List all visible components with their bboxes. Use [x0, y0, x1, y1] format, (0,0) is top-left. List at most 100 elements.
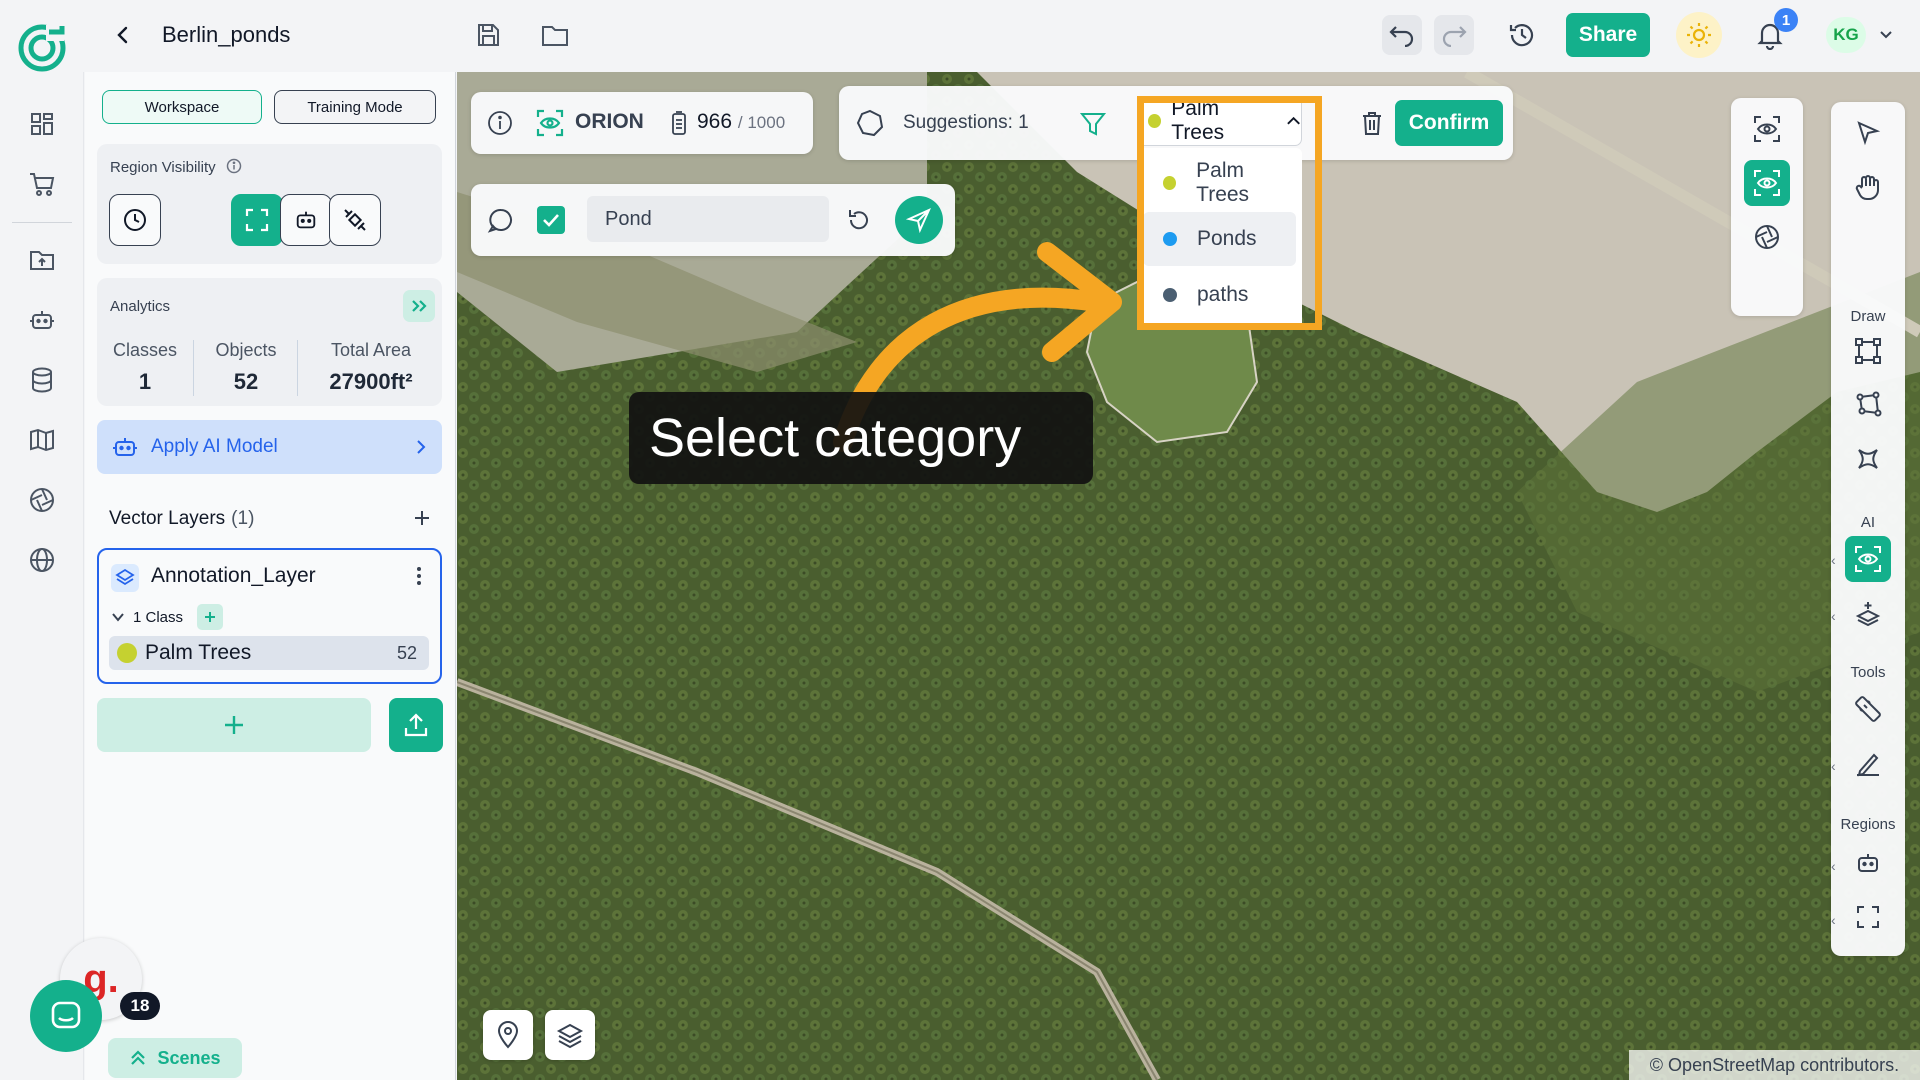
stat-divider: [297, 340, 298, 396]
chevron-left-icon: ‹: [1831, 912, 1836, 928]
left-nav-rail: [0, 72, 84, 1080]
vector-layers-label: Vector Layers: [109, 508, 226, 529]
filter-icon[interactable]: [1079, 110, 1107, 143]
folder-icon[interactable]: [535, 15, 575, 55]
share-button[interactable]: Share: [1566, 13, 1650, 57]
ai-magic-icon[interactable]: [1845, 590, 1891, 636]
apply-ai-model-button[interactable]: Apply AI Model: [97, 420, 442, 474]
region-visibility-card: Region Visibility: [97, 144, 442, 264]
orion-toolbar: ORION 966 / 1000: [471, 92, 813, 154]
layers-toggle-button[interactable]: [545, 1010, 595, 1060]
globe-icon[interactable]: [24, 542, 60, 578]
location-pin-button[interactable]: [483, 1010, 533, 1060]
rail-divider: [12, 222, 72, 223]
freeform-draw-icon[interactable]: [1845, 436, 1891, 482]
expand-analytics-icon[interactable]: [403, 290, 435, 322]
robot-icon[interactable]: [24, 302, 60, 338]
time-region-button[interactable]: [109, 194, 161, 246]
hand-pan-icon[interactable]: [1845, 164, 1891, 210]
class-expander[interactable]: 1 Class: [111, 604, 224, 630]
chat-launcher-button[interactable]: [30, 980, 102, 1052]
polygon-draw-icon[interactable]: [1845, 382, 1891, 428]
class-color-dot: [117, 643, 137, 663]
top-bar: Berlin_ponds Share 1 KG: [0, 0, 1920, 72]
scenes-button[interactable]: Scenes: [108, 1038, 242, 1078]
history-icon[interactable]: [1502, 15, 1542, 55]
map-canvas[interactable]: ORION 966 / 1000 Suggestions: 1 Palm Tre…: [457, 72, 1920, 1080]
eye-scan-active-icon[interactable]: [1744, 160, 1790, 206]
prompt-checkbox[interactable]: [537, 206, 565, 234]
tools-section-label: Tools: [1850, 664, 1886, 681]
prompt-input[interactable]: Pond: [587, 196, 829, 242]
cart-icon[interactable]: [24, 166, 60, 202]
bbox-region-icon[interactable]: [1845, 894, 1891, 940]
layer-menu-icon[interactable]: [415, 564, 423, 593]
app-logo-icon[interactable]: [16, 22, 68, 74]
stat-classes: Classes 1: [109, 340, 181, 395]
training-mode-button[interactable]: Training Mode: [274, 90, 436, 124]
drawing-tools-panel: Draw AI ‹ ‹ Tools ‹ Regions ‹ ‹: [1831, 102, 1905, 956]
folder-upload-icon[interactable]: [24, 242, 60, 278]
class-count: 52: [396, 642, 417, 663]
add-layer-plus-icon[interactable]: [408, 504, 436, 532]
add-class-plus-icon[interactable]: [197, 604, 224, 630]
satellite-region-button[interactable]: [329, 194, 381, 246]
back-button[interactable]: [108, 20, 138, 50]
aperture-icon[interactable]: [1744, 214, 1790, 260]
trash-icon[interactable]: [1357, 108, 1387, 138]
suggestions-count: 1: [1018, 112, 1029, 133]
chevron-down-icon[interactable]: [1874, 22, 1898, 46]
rectangle-draw-icon[interactable]: [1845, 328, 1891, 374]
check-icon: [543, 214, 559, 227]
draw-section-label: Draw: [1850, 308, 1886, 325]
chevrons-up-icon: [131, 1050, 146, 1065]
bbox-region-button[interactable]: [231, 194, 283, 246]
map-attribution[interactable]: © OpenStreetMap contributors.: [1629, 1050, 1920, 1080]
theme-toggle-sun-icon[interactable]: [1676, 12, 1722, 58]
eye-scan-icon[interactable]: [1744, 106, 1790, 152]
suggestions-label: Suggestions:: [903, 112, 1013, 133]
analytics-card: Analytics Classes 1 Objects 52 Total Are…: [97, 278, 442, 406]
category-option-paths[interactable]: paths: [1143, 268, 1296, 322]
map-icon[interactable]: [24, 422, 60, 458]
dashboard-icon[interactable]: [24, 106, 60, 142]
credits-used: 966: [697, 110, 733, 133]
chevron-down-icon: [112, 613, 124, 622]
chat-bubble-icon[interactable]: [487, 206, 515, 239]
robot-region-icon[interactable]: [1845, 840, 1891, 886]
ai-eye-scan-icon[interactable]: [1845, 536, 1891, 582]
avatar[interactable]: KG: [1826, 17, 1866, 53]
ruler-icon[interactable]: [1845, 686, 1891, 732]
annotation-layer-card[interactable]: Annotation_Layer 1 Class Palm Trees 52: [97, 548, 442, 684]
stat-objects-value: 52: [233, 369, 259, 394]
category-color-dot: [1163, 288, 1177, 302]
class-chip-palm-trees[interactable]: Palm Trees 52: [109, 636, 429, 670]
confirm-button[interactable]: Confirm: [1395, 100, 1503, 146]
region-visibility-text: Region Visibility: [110, 158, 216, 176]
orion-label: ORION: [575, 110, 644, 133]
chevron-right-icon: [414, 438, 428, 456]
redo-icon[interactable]: [1434, 15, 1474, 55]
category-option-palm-trees[interactable]: Palm Trees: [1143, 156, 1296, 210]
undo-icon[interactable]: [1382, 15, 1422, 55]
database-icon[interactable]: [24, 362, 60, 398]
robot-region-button[interactable]: [280, 194, 332, 246]
pointer-icon[interactable]: [1845, 110, 1891, 156]
category-color-dot: [1163, 232, 1177, 246]
workspace-mode-button[interactable]: Workspace: [102, 90, 262, 124]
stat-objects: Objects 52: [209, 340, 283, 395]
polygon-icon[interactable]: [855, 108, 885, 143]
category-option-label: paths: [1197, 283, 1249, 306]
info-icon[interactable]: [487, 110, 513, 141]
category-select[interactable]: Palm Trees: [1137, 96, 1302, 146]
add-vector-layer-button[interactable]: [97, 698, 371, 752]
apply-ai-model-label: Apply AI Model: [151, 436, 278, 457]
pen-icon[interactable]: [1845, 740, 1891, 786]
ai-section-label: AI: [1860, 514, 1876, 531]
export-upload-button[interactable]: [389, 698, 443, 752]
info-icon[interactable]: [226, 158, 242, 178]
category-option-ponds[interactable]: Ponds: [1143, 212, 1296, 266]
aperture-icon[interactable]: [24, 482, 60, 518]
project-title: Berlin_ponds: [162, 22, 291, 47]
save-icon[interactable]: [468, 15, 508, 55]
